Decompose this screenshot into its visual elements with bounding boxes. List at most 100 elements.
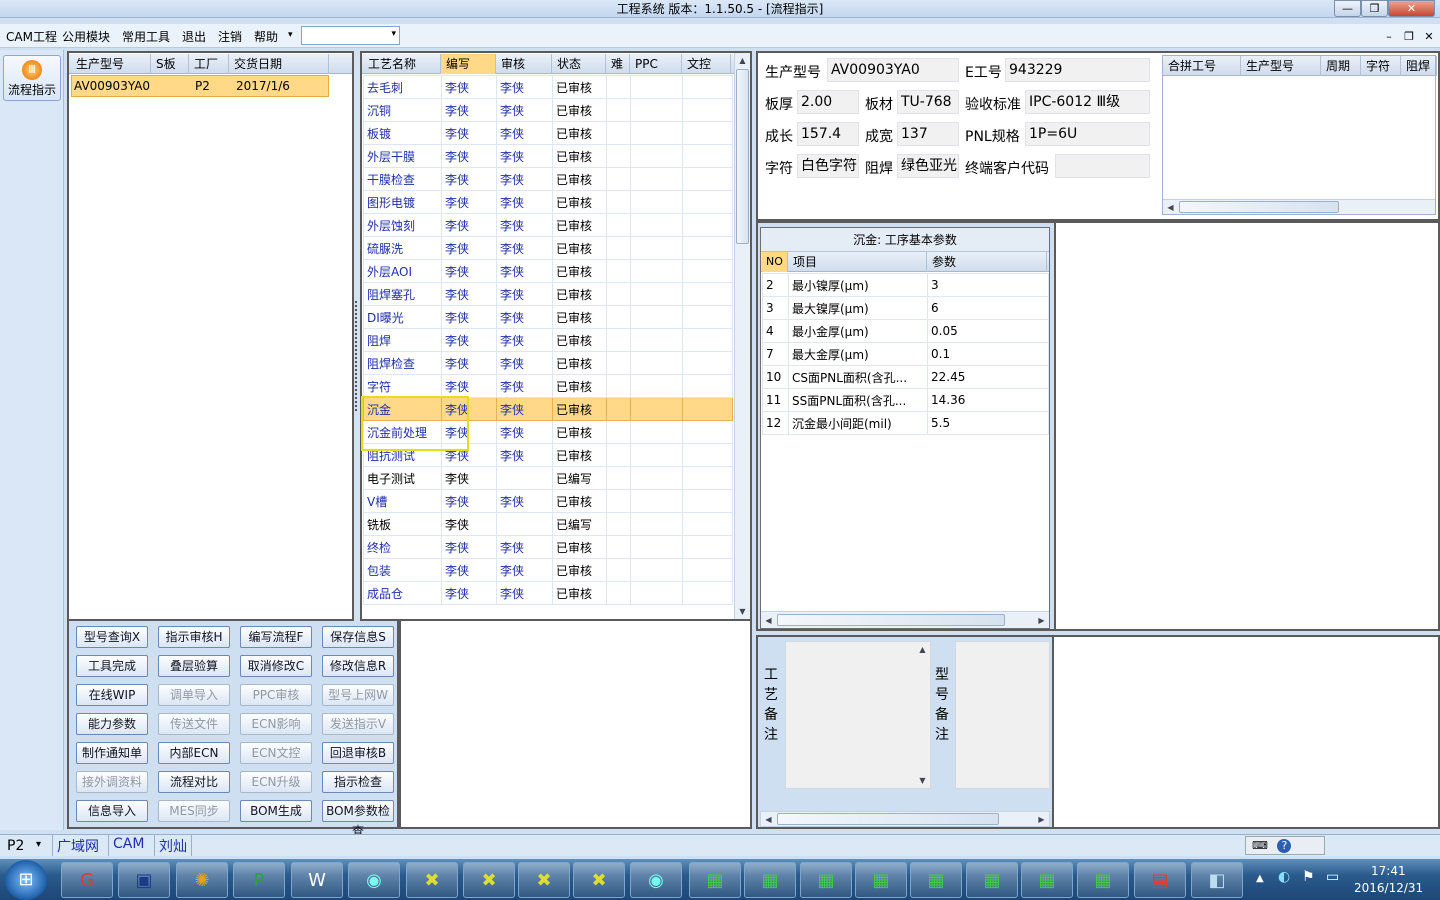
taskbar-x-icon[interactable]: ✖ [463, 862, 515, 898]
scroll-thumb[interactable] [736, 69, 749, 244]
status-site[interactable]: P2 [7, 838, 24, 854]
taskbar-excel-icon[interactable]: ▦ [910, 862, 962, 898]
param-row[interactable]: 2 最小镍厚(μm) 3 [762, 273, 1049, 297]
function-button[interactable]: ECN文控 [240, 742, 312, 764]
function-button[interactable]: MES同步 [158, 800, 230, 822]
help-icon[interactable]: ? [1277, 839, 1292, 853]
function-button[interactable]: 回退审核B [322, 742, 394, 764]
function-button[interactable]: 能力参数 [76, 713, 148, 735]
process-row[interactable]: V槽 李侠 李侠 已审核 [363, 489, 733, 513]
process-vscroll[interactable]: ▲ ▼ [734, 53, 750, 619]
col-combine-char[interactable]: 字符 [1361, 56, 1401, 76]
param-row[interactable]: 7 最大金厚(μm) 0.1 [762, 342, 1049, 366]
param-row[interactable]: 10 CS面PNL面积(含孔... 22.45 [762, 365, 1049, 389]
function-button[interactable]: 指示检查 [322, 771, 394, 793]
function-button[interactable]: 保存信息S [322, 626, 394, 648]
site-dropdown-icon[interactable]: ▾ [36, 839, 41, 850]
taskbar-excel-icon[interactable]: ▦ [966, 862, 1018, 898]
standard-field[interactable]: IPC-6012 Ⅲ级 [1025, 90, 1150, 114]
col-combine-cycle[interactable]: 周期 [1321, 56, 1361, 76]
process-row[interactable]: 终检 李侠 李侠 已审核 [363, 535, 733, 559]
col-combine-model[interactable]: 生产型号 [1241, 56, 1321, 76]
function-button[interactable]: ECN影响 [240, 713, 312, 735]
tray-expand-icon[interactable]: ▲ [1256, 873, 1264, 884]
process-row[interactable]: DI曝光 李侠 李侠 已审核 [363, 305, 733, 329]
process-row[interactable]: 包装 李侠 李侠 已审核 [363, 558, 733, 582]
mdi-minimize-icon[interactable]: – [1381, 30, 1397, 44]
taskbar-excel-icon[interactable]: ▦ [855, 862, 907, 898]
process-row[interactable]: 阻焊塞孔 李侠 李侠 已审核 [363, 282, 733, 306]
process-row[interactable]: 阻焊检查 李侠 李侠 已审核 [363, 351, 733, 375]
process-row[interactable]: 字符 李侠 李侠 已审核 [363, 374, 733, 398]
clock-date[interactable]: 2016/12/31 [1354, 881, 1423, 895]
col-ppc[interactable]: PPC [630, 54, 682, 74]
taskbar-save-icon[interactable]: ▣ [118, 862, 170, 898]
menu-help-dropdown-icon[interactable]: ▾ [288, 30, 293, 40]
menu-combo[interactable]: ▾ [301, 26, 400, 45]
function-button[interactable]: 编写流程F [240, 626, 312, 648]
col-factory[interactable]: 工厂 [189, 54, 229, 74]
col-writer[interactable]: 编写 [441, 54, 496, 74]
tray-monitor-icon[interactable]: ▭ [1326, 869, 1339, 885]
process-notes-textarea[interactable]: ▲ ▼ [785, 641, 931, 789]
taskbar-eye-icon[interactable]: ◉ [348, 862, 400, 898]
process-row[interactable]: 阻焊 李侠 李侠 已审核 [363, 328, 733, 352]
mdi-close-icon[interactable]: ✕ [1421, 30, 1437, 44]
function-button[interactable]: 传送文件 [158, 713, 230, 735]
process-row[interactable]: 外层AOI 李侠 李侠 已审核 [363, 259, 733, 283]
col-param[interactable]: 参数 [927, 252, 1047, 272]
width-field[interactable]: 137 [897, 122, 959, 146]
model-notes-textarea[interactable] [955, 641, 1050, 789]
customer-field[interactable] [1055, 154, 1150, 178]
process-row[interactable]: 干膜检查 李侠 李侠 已审核 [363, 167, 733, 191]
function-button[interactable]: PPC审核 [240, 684, 312, 706]
function-button[interactable]: 型号查询X [76, 626, 148, 648]
function-button[interactable]: BOM生成 [240, 800, 312, 822]
col-s-board[interactable]: S板 [151, 54, 189, 74]
param-row[interactable]: 11 SS面PNL面积(含孔... 14.36 [762, 388, 1049, 412]
ime-toolbar[interactable]: ⌨ ? [1245, 836, 1325, 855]
scroll-down-icon[interactable]: ▼ [735, 604, 750, 619]
pnl-field[interactable]: 1P=6U [1025, 122, 1150, 146]
mask-field[interactable]: 绿色亚光 [897, 154, 959, 178]
tray-flag-icon[interactable]: ⚑ [1302, 869, 1315, 885]
function-button[interactable]: 修改信息R [322, 655, 394, 677]
col-model[interactable]: 生产型号 [71, 54, 151, 74]
menu-common-module[interactable]: 公用模块 [62, 28, 110, 45]
col-status[interactable]: 状态 [552, 54, 606, 74]
taskbar-pdf-icon[interactable]: ▤ [1134, 862, 1186, 898]
function-button[interactable]: 接外调资料 [76, 771, 148, 793]
col-combine-mask[interactable]: 阻焊 [1401, 56, 1437, 76]
process-row[interactable]: 电子测试 李侠 已编写 [363, 466, 733, 490]
param-row[interactable]: 3 最大镍厚(μm) 6 [762, 296, 1049, 320]
notes-scroll-thumb[interactable] [777, 813, 999, 825]
taskbar-eye-icon[interactable]: ◉ [630, 862, 682, 898]
maximize-button[interactable]: ❐ [1361, 0, 1388, 17]
taskbar-app2-icon[interactable]: ◧ [1191, 862, 1243, 898]
thickness-field[interactable]: 2.00 [797, 90, 859, 114]
param-hscroll[interactable]: ◀ ▶ [761, 611, 1049, 628]
tray-network-icon[interactable]: ◐ [1278, 869, 1290, 885]
col-reviewer[interactable]: 审核 [496, 54, 552, 74]
function-button[interactable]: 发送指示V [322, 713, 394, 735]
menu-cam[interactable]: CAM工程 [6, 28, 57, 45]
scroll-up-icon[interactable]: ▲ [915, 642, 930, 657]
function-button[interactable]: 调单导入 [158, 684, 230, 706]
function-button[interactable]: 工具完成 [76, 655, 148, 677]
col-difficulty[interactable]: 难 [606, 54, 630, 74]
col-combine-no[interactable]: 合拼工号 [1163, 56, 1241, 76]
clock-time[interactable]: 17:41 [1371, 864, 1406, 878]
taskbar-excel-icon[interactable]: ▦ [1077, 862, 1129, 898]
taskbar-excel-icon[interactable]: ▦ [744, 862, 796, 898]
taskbar-x-icon[interactable]: ✖ [573, 862, 625, 898]
taskbar-excel-icon[interactable]: ▦ [689, 862, 741, 898]
process-row[interactable]: 硫脲洗 李侠 李侠 已审核 [363, 236, 733, 260]
scroll-left-icon[interactable]: ◀ [761, 812, 776, 827]
minimize-button[interactable]: — [1334, 0, 1361, 17]
eno-field[interactable]: 943229 [1005, 58, 1150, 82]
function-button[interactable]: 型号上网W [322, 684, 394, 706]
function-button[interactable]: ECN升级 [240, 771, 312, 793]
function-button[interactable]: 信息导入 [76, 800, 148, 822]
material-field[interactable]: TU-768 [897, 90, 959, 114]
param-scroll-thumb[interactable] [777, 614, 1005, 626]
